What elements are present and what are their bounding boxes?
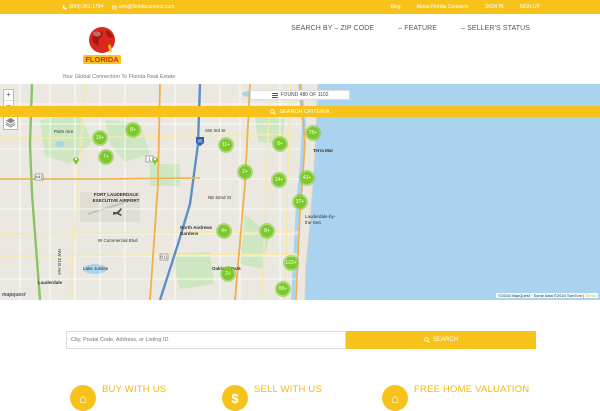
search-button[interactable]: SEARCH: [346, 331, 536, 349]
nav-seller-status[interactable]: – SELLER'S STATUS: [461, 25, 530, 32]
main-nav: SEARCH BY – ZIP CODE – FEATURE – SELLER'…: [291, 25, 530, 32]
service-sell[interactable]: $ SELL WITH US: [222, 384, 322, 411]
cluster-count: 4+: [218, 225, 230, 237]
cluster-count: 8+: [261, 225, 273, 237]
cluster-count: 15+: [94, 132, 106, 144]
label-lauderdale: Lauderdale: [38, 280, 63, 285]
label-sw-3rd: SW 3rd St: [205, 128, 226, 133]
search-icon: [270, 108, 277, 115]
globe-logo-icon: FLORIDA: [83, 27, 121, 64]
service-valuation[interactable]: ⌂ FREE HOME VALUATION: [382, 384, 529, 411]
cluster-count: 7+: [100, 151, 112, 163]
terms-link[interactable]: Terms: [585, 293, 596, 298]
label-lake-jubilee: Lake Jubilee: [83, 266, 109, 271]
listing-pin[interactable]: [72, 155, 80, 165]
service-valuation-title: FREE HOME VALUATION: [414, 384, 530, 395]
results-count: FOUND 480 OF 1102: [250, 90, 350, 100]
attribution-text: ©2016 MapQuest · Some data ©2016 TomTom …: [498, 293, 585, 298]
label-nw-31st: NW 31st Ave: [57, 249, 62, 275]
listing-map[interactable]: 95 441 1 811 Palm Aire SW 3rd St Terra M…: [0, 84, 600, 300]
label-airport: FORT LAUDERDALE EXECUTIVE AIRPORT: [92, 192, 140, 203]
site-header: FLORIDA Your Global Connection To Florid…: [0, 14, 600, 84]
listing-cluster[interactable]: 14+: [271, 172, 287, 188]
listing-cluster[interactable]: 123+: [283, 255, 299, 271]
phone-icon: [62, 5, 67, 9]
logo[interactable]: FLORIDA Your Global Connection To Florid…: [62, 22, 192, 82]
cluster-count: 88+: [277, 283, 289, 295]
listing-cluster[interactable]: 2+: [220, 266, 236, 282]
i95-shield-label: 95: [197, 139, 203, 144]
service-buy[interactable]: ⌂ BUY WITH US: [70, 384, 166, 411]
phone-number: (954) 361-1794: [69, 4, 104, 10]
label-north-andrews: North Andrews Gardens: [180, 225, 213, 236]
list-icon: [271, 92, 278, 98]
listing-cluster[interactable]: 4+: [216, 223, 232, 239]
route-441-label: 441: [35, 175, 43, 180]
dollar-icon: $: [222, 385, 248, 411]
email-address: info@floridaconnect.com: [119, 4, 175, 10]
layers-button[interactable]: [3, 115, 18, 130]
nav-search-by-zip[interactable]: SEARCH BY – ZIP CODE: [291, 25, 374, 32]
search-criteria-label: SEARCH CRITERIA: [279, 108, 330, 115]
home-icon: ⌂: [70, 385, 96, 411]
top-bar: (954) 361-1794 info@floridaconnect.com B…: [0, 0, 600, 14]
search-icon: [424, 337, 430, 343]
top-links: Blog About Florida Connects SIGN IN SIGN…: [391, 4, 540, 10]
label-lauderdale-by-the-sea: Lauderdale-by-the-Sea: [305, 214, 336, 225]
label-commercial-blvd: W Commercial Blvd: [98, 238, 138, 243]
zoom-in-button[interactable]: +: [4, 90, 13, 100]
listing-cluster[interactable]: 7+: [98, 149, 114, 165]
sign-up-link[interactable]: SIGN UP: [519, 4, 540, 10]
label-terra-mar: Terra Mar: [313, 148, 334, 153]
sign-in-link[interactable]: SIGN IN: [485, 4, 504, 10]
email-contact[interactable]: info@floridaconnect.com: [112, 4, 174, 10]
services-row: ⌂ BUY WITH US $ SELL WITH US ⌂ FREE HOME…: [0, 382, 600, 411]
email-icon: [112, 5, 118, 9]
cluster-count: 8+: [127, 124, 139, 136]
mapquest-logo: mapquest: [2, 292, 26, 298]
phone-contact[interactable]: (954) 361-1794: [62, 4, 103, 10]
cluster-count: 8+: [274, 138, 286, 150]
listing-cluster[interactable]: 8+: [125, 122, 141, 138]
listing-cluster[interactable]: 75+: [305, 125, 321, 141]
search-input[interactable]: [66, 331, 346, 349]
home-value-icon: ⌂: [382, 385, 408, 411]
tagline: Your Global Connection To Florida Real E…: [62, 74, 176, 80]
listing-cluster[interactable]: 37+: [292, 194, 308, 210]
contact-info: (954) 361-1794 info@floridaconnect.com: [62, 4, 174, 10]
about-link[interactable]: About Florida Connects: [417, 4, 469, 10]
cluster-count: 2+: [222, 268, 234, 280]
listing-cluster[interactable]: 15+: [92, 130, 108, 146]
cluster-count: 14+: [273, 174, 285, 186]
listing-cluster[interactable]: 11+: [218, 137, 234, 153]
layers-icon: [5, 117, 16, 128]
listing-cluster[interactable]: 88+: [275, 281, 291, 297]
route-811-label: 811: [160, 255, 168, 260]
label-ne-62nd: NE 62nd St: [208, 195, 232, 200]
cluster-count: 43+: [301, 172, 313, 184]
cluster-count: 75+: [307, 127, 319, 139]
cluster-count: 37+: [294, 196, 306, 208]
cluster-count: 123+: [285, 257, 297, 269]
search-bar: SEARCH: [66, 331, 536, 349]
service-buy-title: BUY WITH US: [102, 384, 167, 395]
results-count-text: FOUND 480 OF 1102: [280, 92, 329, 98]
listing-cluster[interactable]: 8+: [272, 136, 288, 152]
listing-cluster[interactable]: 43+: [299, 170, 315, 186]
listing-cluster[interactable]: 8+: [259, 223, 275, 239]
cluster-count: 2+: [239, 166, 251, 178]
search-criteria-button[interactable]: SEARCH CRITERIA: [0, 106, 600, 117]
search-button-label: SEARCH: [432, 337, 458, 343]
nav-feature[interactable]: – FEATURE: [398, 25, 437, 32]
label-palm-aire: Palm Aire: [54, 129, 74, 134]
blog-link[interactable]: Blog: [391, 4, 401, 10]
logo-text: FLORIDA: [85, 55, 119, 64]
cluster-count: 11+: [220, 139, 232, 151]
service-sell-title: SELL WITH US: [254, 384, 323, 395]
listing-cluster[interactable]: 2+: [237, 164, 253, 180]
map-attribution: ©2016 MapQuest · Some data ©2016 TomTom …: [496, 293, 598, 298]
listing-pin[interactable]: [151, 155, 159, 165]
